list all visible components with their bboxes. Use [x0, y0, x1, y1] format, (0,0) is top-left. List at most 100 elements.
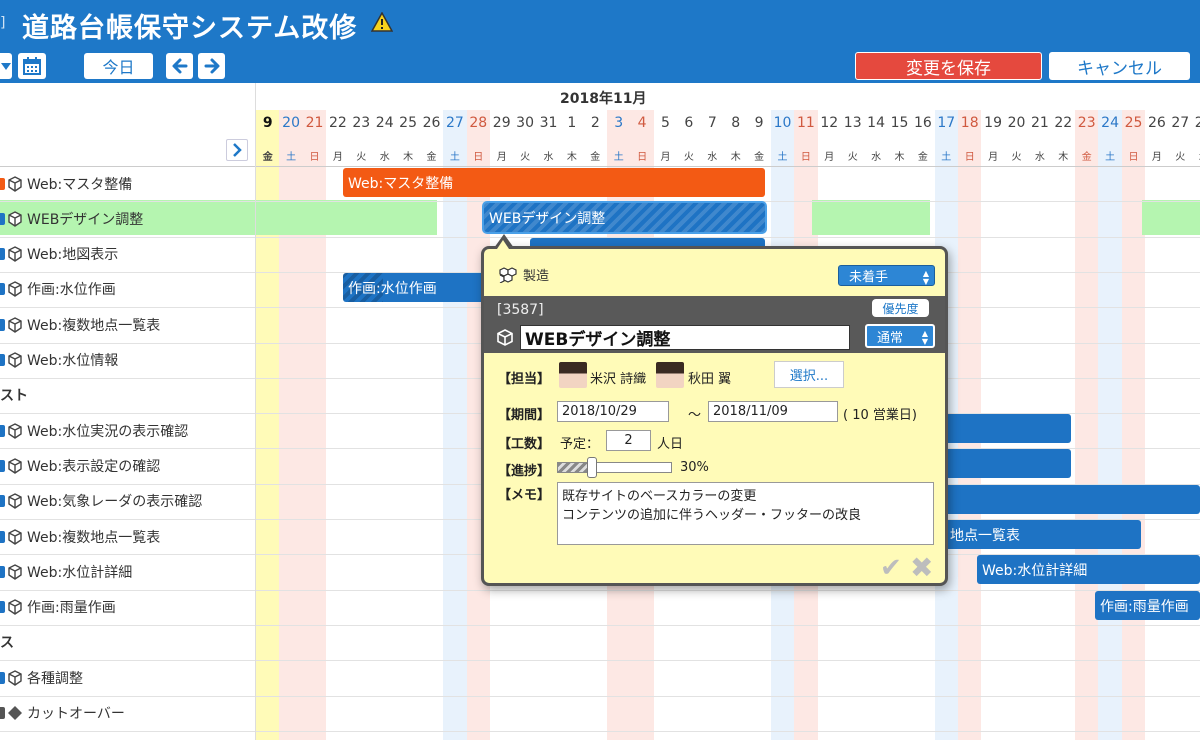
period-label: 【期間】	[498, 408, 551, 423]
task-row[interactable]: Web:表示設定の確認	[0, 448, 160, 483]
task-row[interactable]: カットオーバー	[0, 696, 125, 731]
gantt-bar-label: Web:マスタ整備	[348, 175, 454, 192]
task-group-row[interactable]: ス	[0, 625, 14, 660]
end-date-input[interactable]: 2018/11/09	[708, 401, 838, 422]
day-number: 10	[773, 115, 792, 131]
effort-input[interactable]: 2	[606, 430, 651, 451]
task-name: Web:水位実況の表示確認	[27, 423, 189, 440]
day-weekday: 月	[332, 152, 343, 163]
day-number: 12	[820, 115, 839, 131]
day-number: 26	[1147, 115, 1166, 131]
day-weekday: 土	[941, 152, 952, 163]
column-divider	[255, 83, 256, 740]
day-number: 20	[1007, 115, 1026, 131]
gantt-bar[interactable]	[945, 485, 1200, 514]
day-weekday: 水	[707, 152, 718, 163]
gantt-bar[interactable]: 作画:水位作画	[343, 273, 503, 302]
period-tilde: 〜	[688, 408, 702, 423]
day-weekday: 水	[543, 152, 554, 163]
day-number: 21	[305, 115, 324, 131]
avatar	[559, 362, 587, 388]
header-bracket: ]	[0, 15, 6, 31]
day-number: 20	[282, 115, 300, 131]
task-row[interactable]: Web:複数地点一覧表	[0, 519, 160, 554]
start-date-input[interactable]: 2018/10/29	[557, 401, 669, 422]
priority-select[interactable]: 通常 ▲ ▼	[865, 324, 935, 348]
gantt-bar[interactable]: WEBデザイン調整	[484, 203, 765, 232]
arrow-left-icon	[172, 58, 187, 74]
cube-icon	[8, 246, 22, 262]
day-number: 3	[614, 115, 624, 131]
task-row[interactable]: Web:地図表示	[0, 237, 118, 272]
memo-line: コンテンツの追加に伴うヘッダー・フッターの改良	[562, 508, 862, 523]
gantt-bar[interactable]: Web:マスタ整備	[343, 168, 765, 197]
task-name-input[interactable]: WEBデザイン調整	[520, 325, 850, 350]
effort-label: 【工数】	[498, 437, 551, 452]
task-row[interactable]: Web:水位情報	[0, 343, 118, 378]
memo-textarea[interactable]: 既存サイトのベースカラーの変更 コンテンツの追加に伴うヘッダー・フッターの改良	[557, 482, 934, 545]
task-row[interactable]: WEBデザイン調整	[0, 201, 143, 236]
day-number: 7	[707, 115, 717, 131]
prev-button[interactable]	[166, 53, 193, 79]
row-divider	[0, 730, 1200, 732]
assignee-label: 【担当】	[498, 372, 551, 387]
gantt-bar[interactable]	[945, 449, 1071, 478]
progress-knob[interactable]	[586, 457, 597, 478]
day-weekday: 月	[988, 152, 999, 163]
task-row[interactable]: 作画:水位作画	[0, 272, 116, 307]
task-color-marker	[0, 495, 5, 508]
select-assignee-button[interactable]: 選択...	[774, 361, 844, 388]
task-row[interactable]: Web:水位計詳細	[0, 554, 132, 589]
progress-label: 【進捗】	[498, 464, 551, 479]
day-weekday: 金	[917, 152, 928, 163]
task-group-row[interactable]: スト	[0, 378, 28, 413]
cubes-icon	[499, 266, 517, 283]
gantt-bar[interactable]: 地点一覧表	[945, 520, 1141, 549]
day-weekday: 土	[613, 152, 624, 163]
cancel-button[interactable]: キャンセル	[1049, 52, 1190, 80]
day-weekday: 金	[1081, 152, 1092, 163]
today-button[interactable]: 今日	[84, 53, 153, 79]
task-row[interactable]: 各種調整	[0, 660, 83, 695]
cube-icon	[8, 211, 22, 227]
day-number: 18	[960, 115, 979, 131]
gantt-bar[interactable]: 作画:雨量作画	[1095, 591, 1200, 620]
day-number: 5	[661, 115, 670, 131]
next-button[interactable]	[198, 53, 225, 79]
category-text: 製造	[523, 269, 550, 284]
memo-label: 【メモ】	[498, 488, 551, 503]
day-weekday: 日	[309, 152, 320, 163]
close-icon[interactable]: ✖	[910, 551, 933, 584]
task-name: スト	[0, 388, 28, 405]
gantt-bar[interactable]	[945, 414, 1071, 443]
status-select[interactable]: 未着手 ▲ ▼	[838, 265, 935, 286]
day-number: 28	[469, 115, 488, 131]
day-number: 29	[492, 115, 511, 131]
day-weekday: 土	[1105, 152, 1116, 163]
task-row[interactable]: 作画:雨量作画	[0, 590, 116, 625]
task-name: Web:複数地点一覧表	[27, 529, 161, 546]
scroll-right-button[interactable]	[226, 139, 248, 161]
filter-icon	[1, 63, 11, 70]
calendar-button[interactable]	[18, 53, 46, 79]
gantt-bar[interactable]: Web:水位計詳細	[977, 555, 1200, 584]
avatar	[656, 362, 684, 388]
check-icon[interactable]: ✔	[880, 553, 902, 583]
task-name: ス	[0, 635, 14, 652]
day-number: 1	[567, 115, 577, 131]
task-row[interactable]: Web:水位実況の表示確認	[0, 413, 188, 448]
progress-slider[interactable]	[557, 457, 672, 478]
day-weekday: 日	[473, 152, 484, 163]
task-row[interactable]: Web:マスタ整備	[0, 166, 132, 201]
warning-icon[interactable]	[370, 11, 394, 36]
task-name: 作画:水位作画	[27, 282, 116, 299]
save-changes-button[interactable]: 変更を保存	[855, 52, 1042, 80]
task-row[interactable]: Web:複数地点一覧表	[0, 307, 160, 342]
task-row[interactable]: Web:気象レーダの表示確認	[0, 484, 202, 519]
cube-icon	[8, 599, 22, 615]
day-number: 22	[1054, 115, 1073, 131]
day-weekday: 金	[262, 152, 273, 163]
task-color-marker	[0, 601, 5, 614]
effort-unit: 人日	[657, 437, 684, 452]
filter-button[interactable]	[0, 53, 12, 79]
